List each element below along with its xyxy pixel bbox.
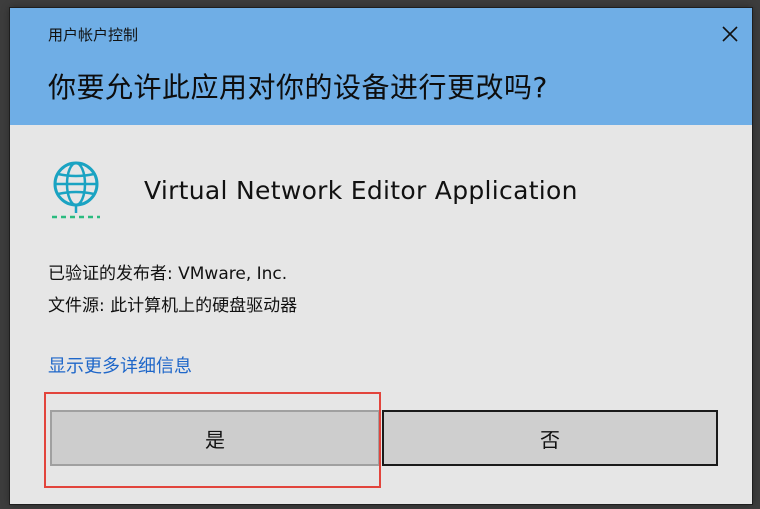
yes-button[interactable]: 是 [50,410,380,466]
show-more-details-link[interactable]: 显示更多详细信息 [48,352,192,378]
close-button[interactable] [714,20,746,52]
dialog-question: 你要允许此应用对你的设备进行更改吗? [48,71,548,104]
publisher-info: 已验证的发布者: VMware, Inc. 文件源: 此计算机上的硬盘驱动器 [48,258,297,322]
globe-network-icon [48,158,104,222]
dialog-title: 用户帐户控制 [48,26,139,44]
publisher-line: 已验证的发布者: VMware, Inc. [48,264,288,284]
file-source-line: 文件源: 此计算机上的硬盘驱动器 [48,296,298,316]
app-row: Virtual Network Editor Application [48,158,578,222]
uac-dialog: 用户帐户控制 你要允许此应用对你的设备进行更改吗? Virtual Networ… [10,8,752,504]
dialog-header: 用户帐户控制 你要允许此应用对你的设备进行更改吗? [10,8,752,125]
close-icon [721,25,739,47]
no-button[interactable]: 否 [382,410,718,466]
app-name: Virtual Network Editor Application [144,175,578,205]
